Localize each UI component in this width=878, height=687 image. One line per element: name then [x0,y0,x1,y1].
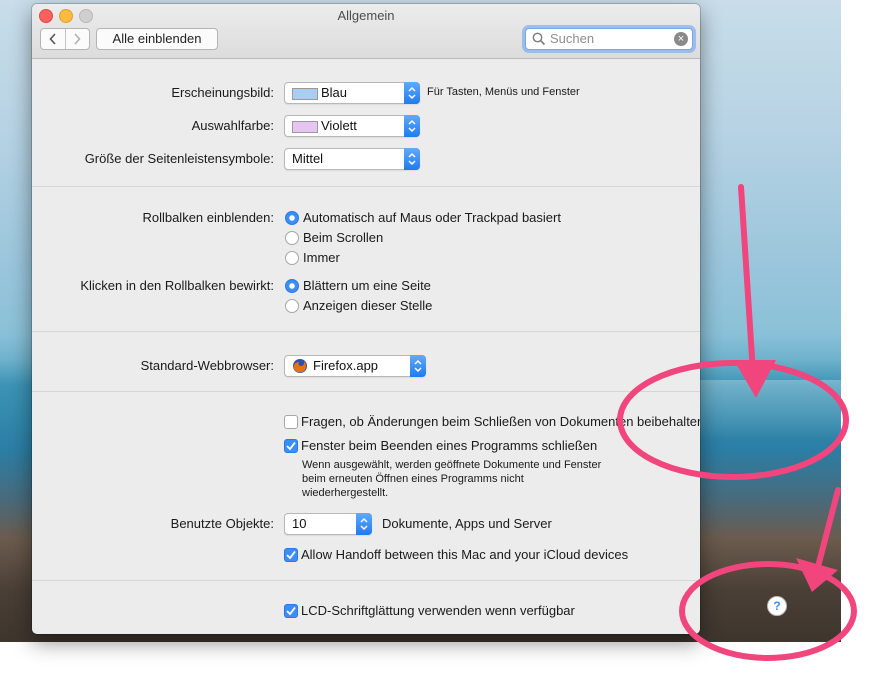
appearance-hint: Für Tasten, Menüs und Fenster [427,86,580,98]
firefox-icon [293,359,307,373]
recent-items-label: Benutzte Objekte: [170,516,274,531]
radio-scrollbars-always[interactable] [285,251,299,265]
window-title: Allgemein [337,8,395,23]
appearance-popup[interactable]: Blau [284,82,420,104]
radio-scrollbars-automatic-label: Automatisch auf Maus oder Trackpad basie… [303,210,561,225]
radio-scrollbars-when-scrolling-label: Beim Scrollen [303,230,384,245]
radio-scrollbars-when-scrolling[interactable] [285,231,299,245]
radio-jump-to-spot[interactable] [285,299,299,313]
recent-items-value: 10 [292,516,307,531]
separator [32,186,700,187]
checkmark-icon [286,441,296,451]
ask-keep-changes-checkbox[interactable] [284,415,298,429]
popup-arrows-icon [404,148,420,170]
popup-arrows-icon [404,82,420,104]
back-button[interactable] [41,29,65,49]
default-browser-label: Standard-Webbrowser: [140,358,274,373]
close-windows-checkbox[interactable] [284,439,298,453]
radio-jump-next-page-label: Blättern um eine Seite [303,278,431,293]
popup-arrows-icon [404,115,420,137]
popup-arrows-icon [410,355,426,377]
default-browser-popup[interactable]: Firefox.app [284,355,426,377]
radio-scrollbars-automatic[interactable] [285,211,299,225]
close-windows-label: Fenster beim Beenden eines Programms sch… [301,438,598,453]
highlight-value: Violett [321,118,357,133]
lcd-smoothing-checkbox[interactable] [284,604,298,618]
default-browser-value: Firefox.app [313,358,379,373]
preferences-window: Allgemein Alle einblenden Suchen × Ersch… [32,4,700,634]
separator [32,331,700,332]
back-forward-control [40,28,90,50]
recent-items-suffix: Dokumente, Apps und Server [382,516,552,531]
popup-arrows-icon [356,513,372,535]
radio-jump-next-page[interactable] [285,279,299,293]
highlight-color-label: Auswahlfarbe: [191,118,274,133]
lcd-smoothing-label: LCD-Schriftglättung verwenden wenn verfü… [301,603,575,618]
search-icon [532,32,546,46]
titlebar: Allgemein Alle einblenden Suchen × [32,4,700,59]
show-scrollbars-label: Rollbalken einblenden: [142,210,274,225]
handoff-checkbox[interactable] [284,548,298,562]
chevron-left-icon [49,33,56,45]
appearance-swatch [292,88,318,100]
sidebar-icon-size-value: Mittel [292,151,324,166]
appearance-label: Erscheinungsbild: [171,85,274,100]
appearance-value: Blau [321,85,348,100]
close-windows-note: Wenn ausgewählt, werden geöffnete Dokume… [302,459,602,499]
preferences-content: Erscheinungsbild: Blau Für Tasten, Menüs… [32,59,700,634]
radio-scrollbars-always-label: Immer [303,250,340,265]
radio-jump-to-spot-label: Anzeigen dieser Stelle [303,298,433,313]
search-field[interactable]: Suchen × [525,28,693,50]
chevron-right-icon [74,33,81,45]
checkmark-icon [286,550,296,560]
clear-search-icon[interactable]: × [674,32,688,46]
forward-button[interactable] [64,29,90,49]
show-all-button[interactable]: Alle einblenden [96,28,218,50]
recent-items-popup[interactable]: 10 [284,513,372,535]
search-placeholder: Suchen [550,31,595,46]
checkmark-icon [286,606,296,616]
sidebar-icon-size-label: Größe der Seitenleistensymbole: [84,151,274,166]
separator [32,580,700,581]
highlight-color-popup[interactable]: Violett [284,115,420,137]
sidebar-icon-size-popup[interactable]: Mittel [284,148,420,170]
handoff-label: Allow Handoff between this Mac and your … [301,547,629,562]
help-button[interactable]: ? [767,596,787,616]
separator [32,391,700,392]
ask-keep-changes-label: Fragen, ob Änderungen beim Schließen von… [301,414,700,429]
highlight-swatch [292,121,318,133]
scrollbar-click-label: Klicken in den Rollbalken bewirkt: [80,278,274,293]
